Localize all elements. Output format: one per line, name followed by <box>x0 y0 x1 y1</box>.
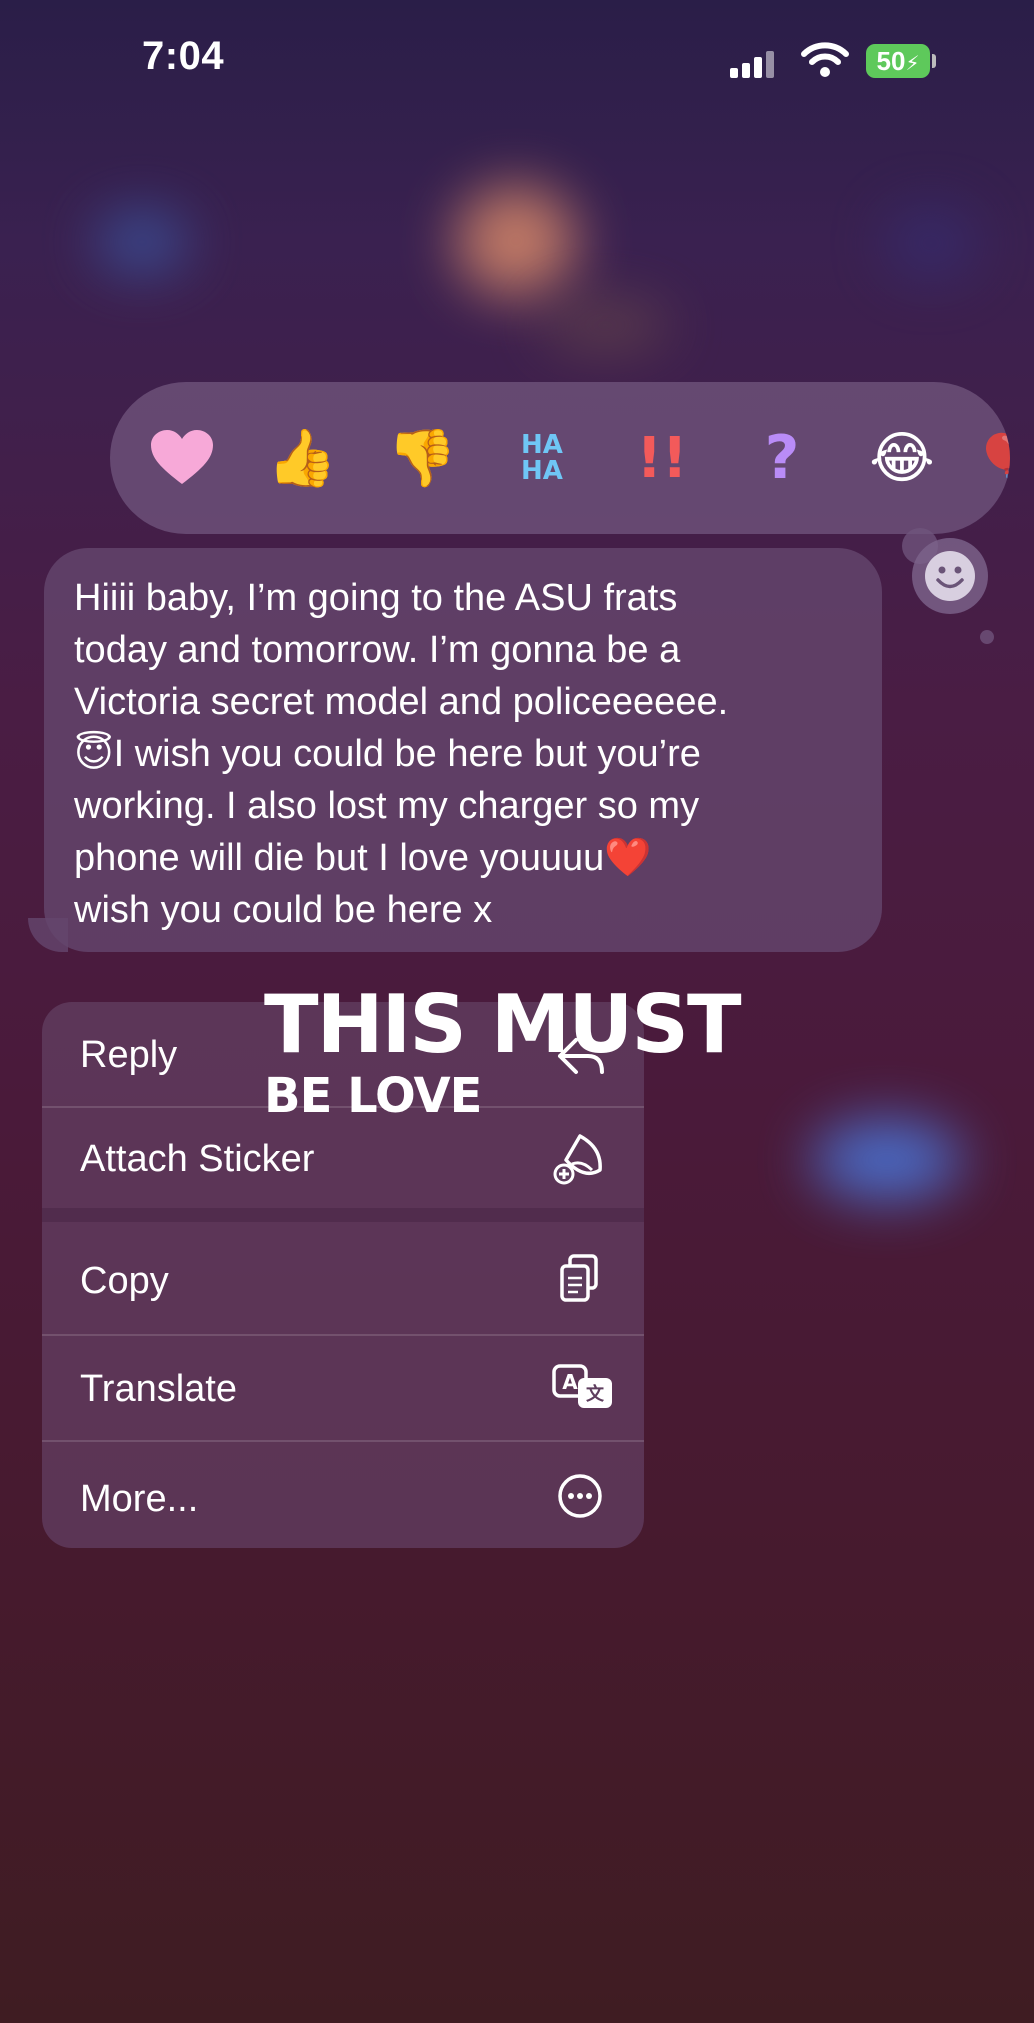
translate-icon: A 文 <box>552 1364 612 1408</box>
haha-reaction-button[interactable]: HA HA <box>502 416 582 500</box>
red-heart-emoji-icon: ❤️ <box>604 837 652 879</box>
menu-item-label: Reply <box>80 1034 178 1076</box>
thumbs-up-icon: 👍 <box>267 426 337 489</box>
menu-item-label: Attach Sticker <box>80 1138 315 1180</box>
thumbs-down-icon: 👎 <box>387 426 457 489</box>
smiling-halo-emoji-icon: 😇 <box>74 733 114 775</box>
menu-item-label: Translate <box>80 1368 237 1410</box>
more-reactions-peek[interactable]: 🎈 <box>962 416 1010 500</box>
emoji-reaction-tail <box>980 630 994 644</box>
smiley-face-icon <box>925 551 975 601</box>
message-line-with-emoji: 😇I wish you could be here but you’re <box>74 728 874 780</box>
question-reaction-button[interactable]: ? <box>742 416 822 500</box>
thumbs-up-reaction-button[interactable]: 👍 <box>262 416 342 500</box>
svg-text:文: 文 <box>586 1383 605 1405</box>
background-blur-blue-bubble <box>812 1120 962 1200</box>
cellular-signal-icon <box>730 50 774 78</box>
background-blur-blue-left <box>96 212 188 272</box>
laughing-face-icon: 😂 <box>869 426 935 489</box>
status-time: 7:04 <box>142 34 225 78</box>
tapback-reaction-bar: 👍 👎 HA HA !! ? 😂 🎈 <box>110 382 1010 534</box>
wifi-icon <box>801 42 849 77</box>
message-line: today and tomorrow. I’m gonna be a <box>74 629 681 671</box>
exclamation-reaction-button[interactable]: !! <box>622 416 702 500</box>
message-line-text: phone will die but I love youuuu <box>74 837 605 879</box>
menu-item-translate[interactable]: Translate A 文 <box>42 1336 644 1440</box>
message-line: working. I also lost my charger so my <box>74 785 700 827</box>
more-icon <box>558 1474 602 1518</box>
exclamation-icon: !! <box>636 425 688 491</box>
battery-icon: 50⚡ <box>866 44 930 78</box>
overlay-caption-line2: BE LOVE <box>264 1068 482 1124</box>
menu-item-more[interactable]: More... <box>42 1442 644 1548</box>
message-line: wish you could be here x <box>74 889 493 931</box>
balloon-icon: 🎈 <box>974 433 1010 482</box>
message-line: Victoria secret model and policeeeeee. <box>74 681 729 723</box>
battery-level: 50 <box>876 46 906 76</box>
message-text: Hiiii baby, I’m going to the ASU frats t… <box>74 572 874 936</box>
add-emoji-reaction-button[interactable] <box>912 538 988 614</box>
menu-item-label: More... <box>80 1478 199 1520</box>
battery-nub <box>932 54 936 68</box>
heart-icon <box>151 430 213 484</box>
haha-icon: HA HA <box>521 430 563 486</box>
message-line-text: I wish you could be here but you’re <box>113 733 701 775</box>
heart-reaction-button[interactable] <box>142 416 222 500</box>
sticker-icon <box>553 1134 602 1185</box>
background-blur-blue-right <box>886 208 976 278</box>
message-line: Hiiii baby, I’m going to the ASU frats <box>74 577 678 619</box>
laughing-reaction-button[interactable]: 😂 <box>862 416 942 500</box>
copy-icon <box>560 1254 598 1302</box>
question-icon: ? <box>764 423 800 493</box>
menu-item-label: Copy <box>80 1260 169 1302</box>
svg-text:A: A <box>562 1370 578 1394</box>
background-blur-orange <box>456 186 576 296</box>
message-bubble-tail <box>28 918 68 952</box>
message-line-with-emoji: phone will die but I love youuuu❤️ <box>74 832 874 884</box>
menu-item-copy[interactable]: Copy <box>42 1222 644 1334</box>
thumbs-down-reaction-button[interactable]: 👎 <box>382 416 462 500</box>
menu-section-divider <box>42 1208 644 1222</box>
overlay-caption-line1: THIS MUST <box>264 978 742 1071</box>
background-blur-tan <box>540 300 670 350</box>
